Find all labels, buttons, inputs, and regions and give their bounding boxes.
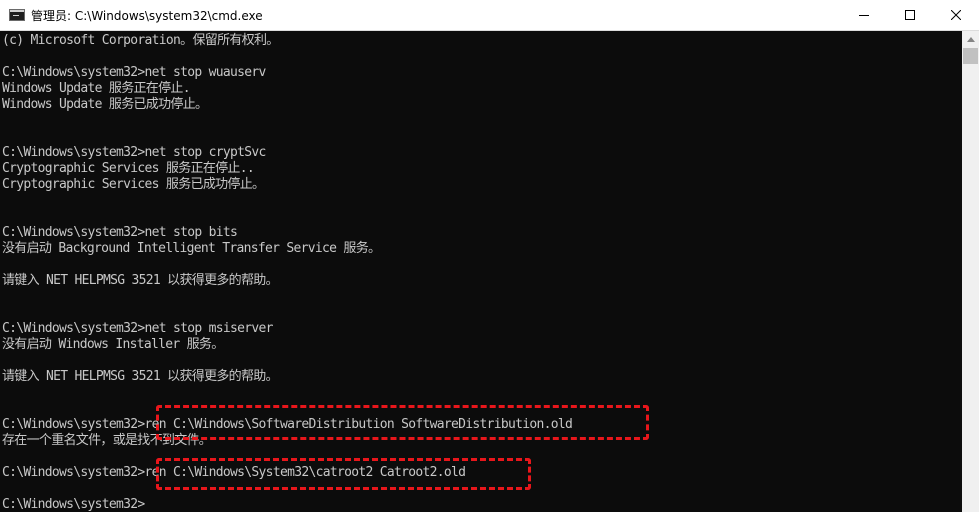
- vertical-scrollbar[interactable]: [962, 31, 979, 512]
- cmd-icon[interactable]: [9, 9, 25, 21]
- console-line: C:\Windows\system32>net stop cryptSvc: [2, 145, 266, 160]
- console-line: C:\Windows\system32>net stop bits: [2, 225, 238, 240]
- console-line: Cryptographic Services 服务正在停止..: [2, 161, 255, 176]
- console-output[interactable]: (c) Microsoft Corporation。保留所有权利。 C:\Win…: [0, 31, 962, 512]
- console-line: C:\Windows\system32>net stop msiserver: [2, 321, 274, 336]
- console-line: 请键入 NET HELPMSG 3521 以获得更多的帮助。: [2, 273, 279, 288]
- scroll-up-arrow-icon[interactable]: [962, 31, 979, 48]
- console-line: 没有启动 Windows Installer 服务。: [2, 337, 224, 352]
- console-line: Windows Update 服务正在停止.: [2, 81, 191, 96]
- console-line: Windows Update 服务已成功停止。: [2, 97, 208, 112]
- minimize-icon: [859, 15, 869, 16]
- maximize-button[interactable]: [887, 0, 933, 31]
- highlight-box-ren-softwaredistribution: [156, 405, 649, 440]
- highlight-box-ren-catroot2: [156, 458, 531, 490]
- console-line: C:\Windows\system32>net stop wuauserv: [2, 65, 266, 80]
- console-prompt: C:\Windows\system32>: [2, 497, 145, 512]
- minimize-button[interactable]: [841, 0, 887, 31]
- maximize-icon: [905, 10, 915, 20]
- close-button[interactable]: [933, 0, 979, 31]
- console-line: 请键入 NET HELPMSG 3521 以获得更多的帮助。: [2, 369, 279, 384]
- scrollbar-thumb[interactable]: [963, 48, 978, 64]
- console-line: (c) Microsoft Corporation。保留所有权利。: [2, 33, 279, 48]
- window-title: 管理员: C:\Windows\system32\cmd.exe: [31, 9, 263, 23]
- title-bar[interactable]: 管理员: C:\Windows\system32\cmd.exe: [0, 0, 979, 31]
- console-line: Cryptographic Services 服务已成功停止。: [2, 177, 265, 192]
- close-icon: [951, 10, 961, 20]
- console-line: 没有启动 Background Intelligent Transfer Ser…: [2, 241, 381, 256]
